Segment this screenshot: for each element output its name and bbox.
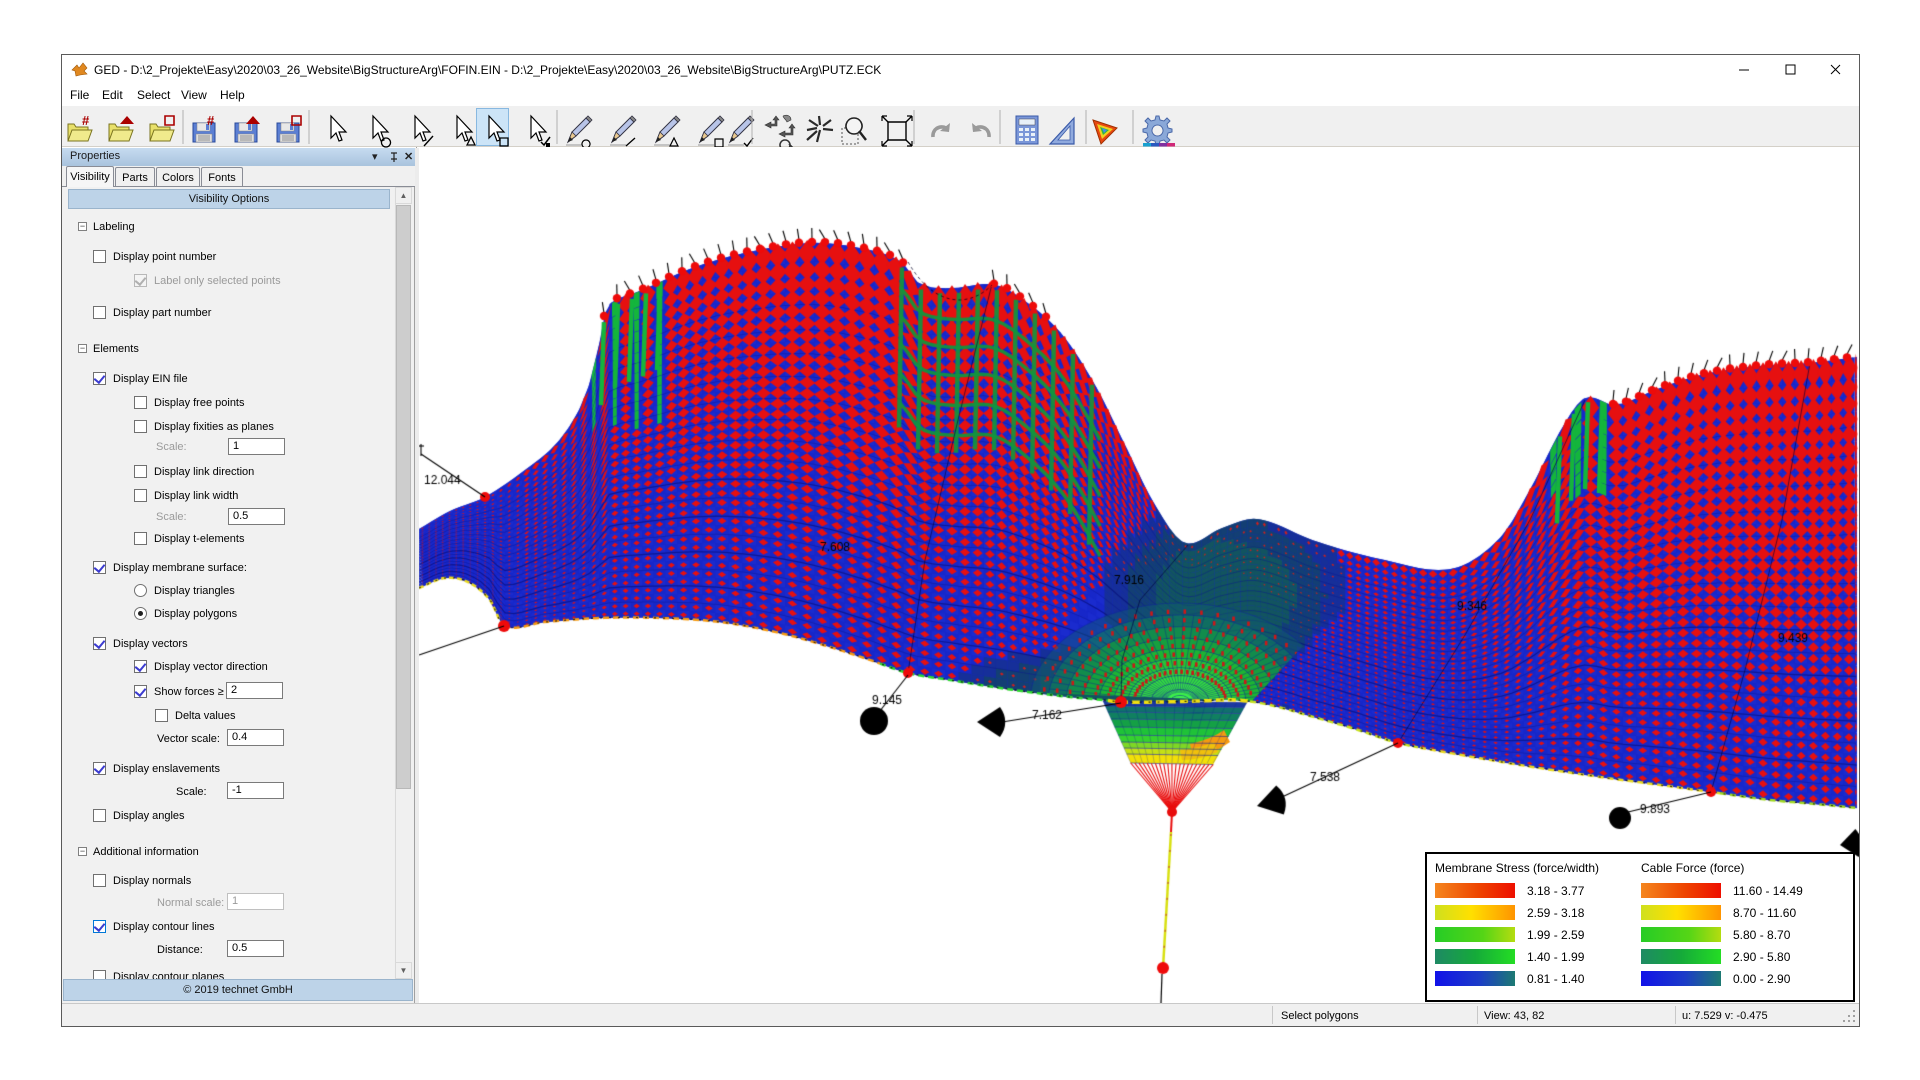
- svg-text:#: #: [82, 113, 90, 128]
- svg-text:#: #: [207, 113, 215, 128]
